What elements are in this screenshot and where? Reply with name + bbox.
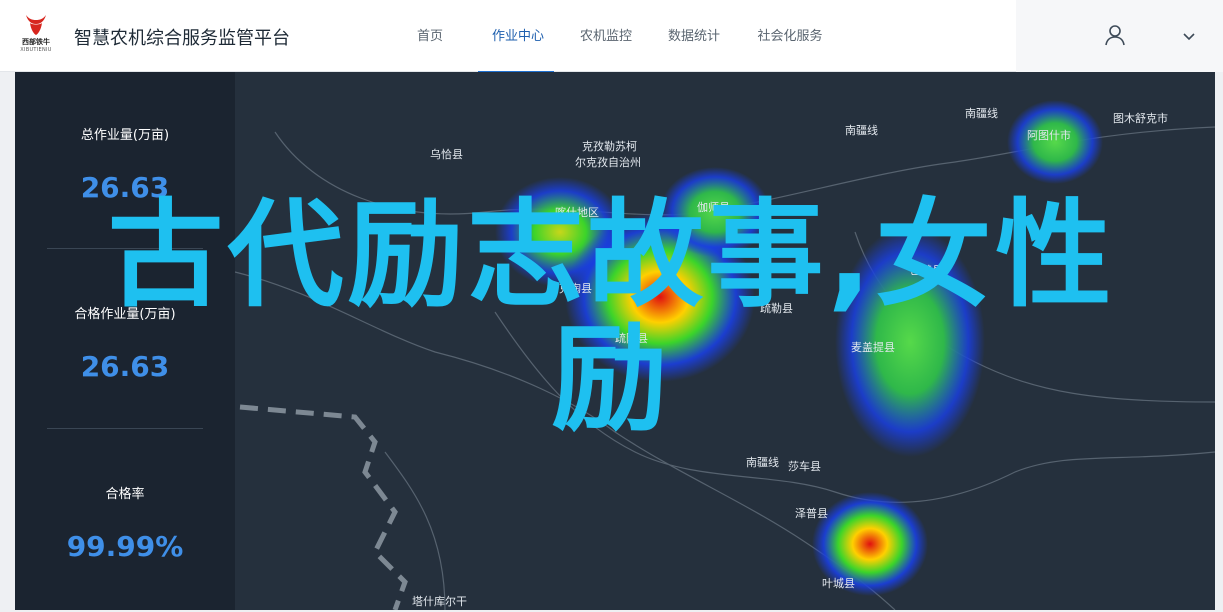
divider [47,428,203,429]
stat-label: 合格作业量(万亩) [74,307,176,322]
map-label: 泽普县 [795,507,828,520]
map-label: 阿克陶县 [548,282,592,295]
map-label: 巴楚县 [910,264,943,277]
map-label: 南疆线 [746,456,779,469]
map-label: 伽师县 [697,201,730,214]
stat-pass-rate: 合格率 99.99% [15,483,235,563]
app-title: 智慧农机综合服务监管平台 [74,28,290,49]
stat-value: 26.63 [80,171,170,204]
map-label: 疏附县 [615,332,648,345]
map-label: 阿图什市 [1027,129,1071,142]
nav-home[interactable]: 首页 [390,0,470,72]
map-label: 南疆线 [845,124,878,137]
logo-subtext: XIBUTIENIU [20,47,52,53]
stat-total-work: 总作业量(万亩) 26.63 [15,124,235,204]
user-icon[interactable] [1104,24,1126,46]
nav-data-statistics[interactable]: 数据统计 [654,0,734,72]
map-label: 莎车县 [788,460,821,473]
stat-value: 99.99% [66,530,184,563]
divider [47,248,203,249]
main-nav: 首页 作业中心 农机监控 数据统计 社会化服务 [390,0,846,73]
map-label: 南疆线 [965,107,998,120]
user-menu[interactable] [1016,0,1223,72]
nav-work-center[interactable]: 作业中心 [478,0,558,73]
bull-logo-icon [26,15,46,35]
stat-label: 合格率 [105,487,145,502]
map-label: 疏勒县 [760,302,793,315]
stats-panel: 总作业量(万亩) 26.63 合格作业量(万亩) 26.63 合格率 99.99… [15,72,235,610]
map-dashboard: 乌恰县 克孜勒苏柯 尔克孜自治州 南疆线 南疆线 图木舒克市 阿图什市 喀什地区… [15,72,1215,610]
map-label: 乌恰县 [430,148,463,161]
map-label: 图木舒克市 [1113,112,1168,125]
brand-logo[interactable]: 西部铁牛 XIBUTIENIU [14,12,58,56]
map-label: 喀什地区 [555,206,599,219]
map-label: 叶城县 [822,577,855,590]
stat-qualified-work: 合格作业量(万亩) 26.63 [15,303,235,383]
map-label: 麦盖提县 [851,341,895,354]
logo-text: 西部铁牛 [22,38,50,46]
map-label: 尔克孜自治州 [575,156,641,169]
map-label: 塔什库尔干 [412,595,467,608]
map-label: 克孜勒苏柯 [582,140,637,153]
stat-value: 26.63 [80,350,170,383]
nav-social-service[interactable]: 社会化服务 [742,0,838,72]
chevron-down-icon[interactable] [1182,30,1196,44]
nav-machine-monitor[interactable]: 农机监控 [566,0,646,72]
top-navigation-bar: 西部铁牛 XIBUTIENIU 智慧农机综合服务监管平台 首页 作业中心 农机监… [0,0,1223,73]
stat-label: 总作业量(万亩) [80,128,170,143]
